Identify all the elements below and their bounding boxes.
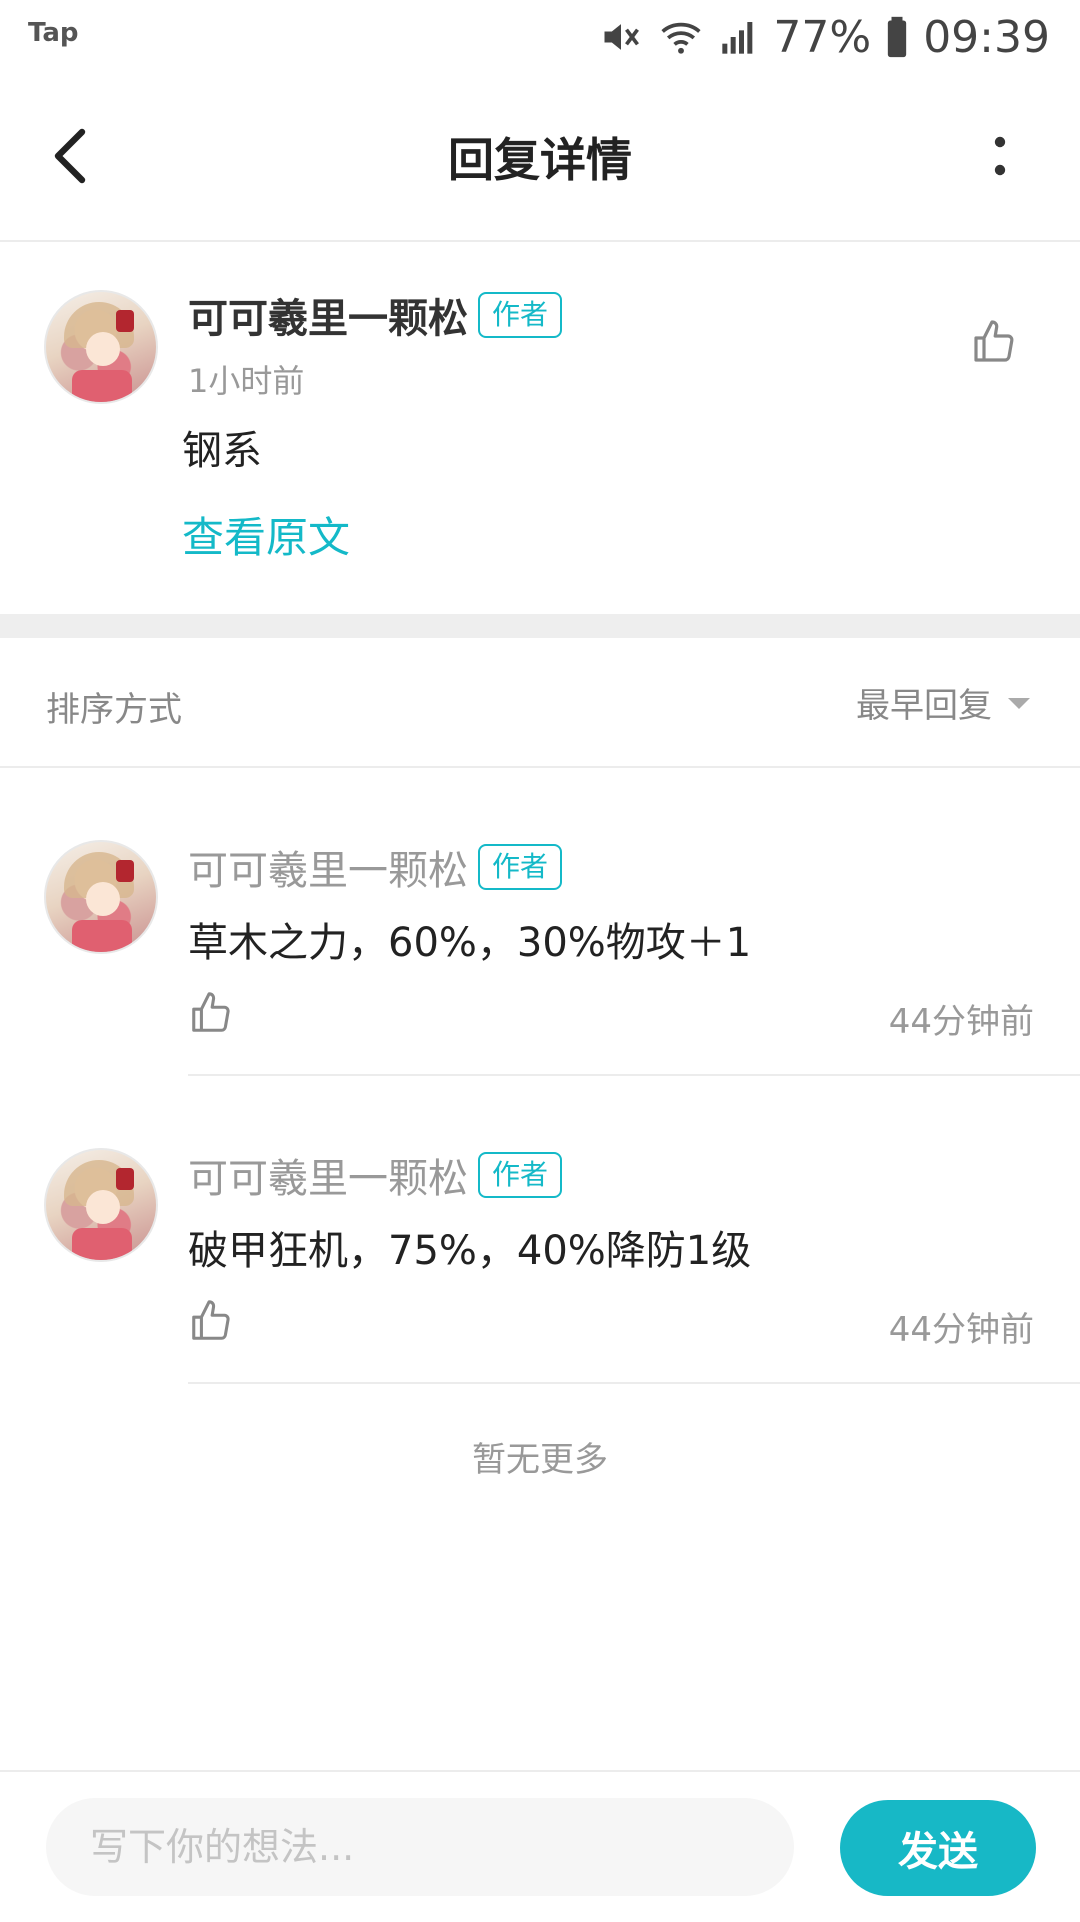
view-original-link[interactable]: 查看原文 [182, 504, 350, 565]
send-button[interactable]: 发送 [840, 1800, 1036, 1896]
comment-composer: 发送 [0, 1770, 1080, 1922]
sort-label: 排序方式 [46, 690, 182, 730]
like-button[interactable] [188, 1298, 236, 1346]
post-timestamp: 1小时前 [188, 362, 305, 400]
reply-item: 可可羲里一颗松 作者 草木之力，60%，30%物攻＋1 44分钟前 [0, 768, 1080, 1076]
app-bar: 回复详情 [0, 72, 1080, 242]
author-name[interactable]: 可可羲里一颗松 [188, 286, 468, 344]
status-app-label: Tap [28, 18, 79, 48]
status-indicators: 77% 09:39 [599, 11, 1050, 63]
more-vertical-icon [994, 136, 1006, 176]
author-name[interactable]: 可可羲里一颗松 [188, 838, 468, 896]
sort-dropdown[interactable]: 最早回复 [856, 678, 1032, 727]
thumbs-up-icon [192, 1300, 230, 1340]
like-button[interactable] [188, 990, 236, 1038]
wifi-icon [661, 22, 701, 54]
reply-text: 破甲狂机，75%，40%降防1级 [188, 1228, 752, 1274]
comment-text: 钢系 [182, 428, 262, 474]
section-divider [0, 614, 1080, 638]
divider [188, 1382, 1080, 1384]
author-name[interactable]: 可可羲里一颗松 [188, 1146, 468, 1204]
original-comment: 可可羲里一颗松 作者 1小时前 钢系 查看原文 [0, 242, 1080, 614]
author-badge: 作者 [478, 292, 563, 338]
caret-down-icon [1008, 697, 1030, 709]
author-badge: 作者 [478, 844, 563, 890]
sort-value: 最早回复 [856, 686, 992, 726]
author-badge: 作者 [478, 1152, 563, 1198]
reply-timestamp: 44分钟前 [888, 1310, 1034, 1350]
clock: 09:39 [923, 11, 1050, 63]
mute-icon [604, 24, 640, 50]
thumbs-up-icon [192, 992, 230, 1032]
more-options-button[interactable] [968, 120, 1032, 192]
battery-level: 77% [773, 11, 872, 63]
reply-timestamp: 44分钟前 [888, 1002, 1034, 1042]
battery-icon [888, 16, 907, 58]
avatar[interactable] [44, 1148, 158, 1262]
end-of-list-text: 暂无更多 [472, 1440, 608, 1480]
comment-input[interactable] [46, 1798, 794, 1896]
sort-bar: 排序方式 最早回复 [0, 638, 1080, 768]
thumbs-up-icon [974, 320, 1014, 362]
avatar[interactable] [44, 290, 158, 404]
page-title: 回复详情 [448, 133, 632, 187]
reply-item: 可可羲里一颗松 作者 破甲狂机，75%，40%降防1级 44分钟前 [0, 1076, 1080, 1384]
like-button[interactable] [970, 318, 1026, 374]
signal-icon [722, 22, 753, 54]
reply-text: 草木之力，60%，30%物攻＋1 [188, 920, 752, 966]
avatar[interactable] [44, 840, 158, 954]
status-bar: Tap 77% 09:39 [0, 0, 1080, 72]
